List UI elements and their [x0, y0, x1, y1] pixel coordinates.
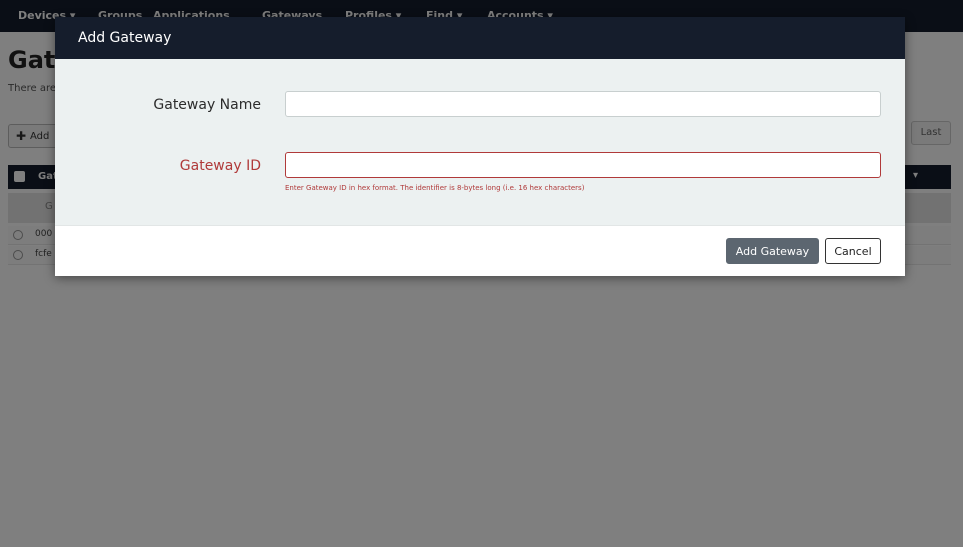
cancel-button[interactable]: Cancel — [825, 238, 881, 264]
gateway-id-label: Gateway ID — [179, 158, 261, 174]
gateway-id-input[interactable] — [285, 152, 881, 178]
modal-title: Add Gateway — [78, 30, 172, 46]
add-gateway-modal: Add Gateway Gateway Name Gateway ID Ente… — [55, 17, 905, 276]
gateway-name-label: Gateway Name — [153, 97, 261, 113]
modal-header: Add Gateway — [55, 17, 905, 59]
gateway-id-help-text: Enter Gateway ID in hex format. The iden… — [285, 184, 585, 192]
add-gateway-submit-button[interactable]: Add Gateway — [726, 238, 819, 264]
gateway-name-input[interactable] — [285, 91, 881, 117]
modal-footer: Add Gateway Cancel — [55, 225, 905, 276]
